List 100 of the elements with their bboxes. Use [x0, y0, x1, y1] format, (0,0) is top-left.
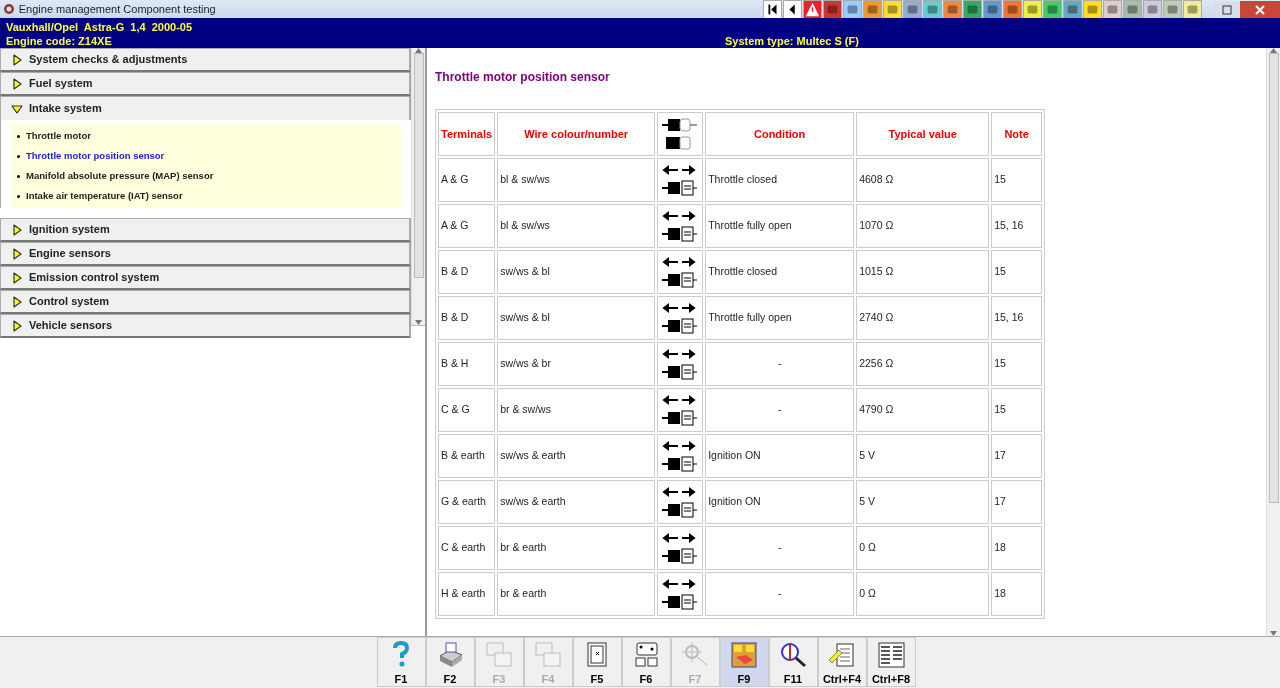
function-key-button[interactable]: Ctrl+F4 — [817, 637, 867, 687]
submenu-item[interactable]: Throttle motor position sensor — [26, 148, 165, 164]
restore-icon — [1222, 4, 1232, 15]
column-header: Terminals — [438, 112, 496, 156]
function-key-button[interactable]: Ctrl+F8 — [866, 637, 916, 687]
table-cell: 15 — [991, 342, 1043, 386]
scrollbar[interactable] — [411, 48, 425, 325]
bullet-icon — [17, 134, 20, 138]
table-cell: sw/ws & bl — [497, 250, 656, 294]
table-cell: Ignition ON — [705, 434, 855, 478]
table-cell: 15, 16 — [991, 296, 1043, 340]
table-cell: Throttle closed — [705, 158, 855, 202]
sidebar-item[interactable]: Emission control system — [0, 266, 411, 290]
arrow-icon — [11, 295, 23, 308]
table-cell: Throttle fully open — [705, 204, 855, 248]
function-key-button[interactable]: F1 — [376, 637, 426, 687]
engine-code-label: Engine code: Z14XE — [6, 34, 112, 49]
pictures-icon — [484, 640, 514, 670]
table-cell: sw/ws & bl — [497, 296, 656, 340]
table-cell: 2256 Ω — [856, 342, 990, 386]
vehicle-label: Vauxhall/Opel Astra-G 1,4 2000-05 — [6, 20, 193, 35]
table-cell: H & earth — [438, 572, 496, 616]
bullet-icon — [17, 174, 20, 178]
app-icon — [2, 3, 15, 15]
function-key-button[interactable]: F6 — [621, 637, 671, 687]
function-key-button[interactable]: F5 — [572, 637, 622, 687]
arrow-icon — [11, 53, 23, 66]
table-cell: 1070 Ω — [856, 204, 990, 248]
table-cell: Ignition ON — [705, 480, 855, 524]
arrow-icon — [11, 102, 23, 115]
zoom-icon — [778, 640, 808, 670]
table-cell: - — [705, 572, 855, 616]
table-cell: Throttle closed — [705, 250, 855, 294]
sidebar-item[interactable]: Fuel system — [0, 72, 411, 96]
table-cell: 5 V — [856, 434, 990, 478]
arrow-icon — [11, 271, 23, 284]
table-cell: 17 — [991, 480, 1043, 524]
table-cell: - — [705, 342, 855, 386]
column-header: Typical value — [856, 112, 990, 156]
sidebar-item[interactable]: Engine sensors — [0, 242, 411, 266]
bullet-icon — [17, 154, 20, 158]
table-cell: Throttle fully open — [705, 296, 855, 340]
table-cell: bl & sw/ws — [497, 204, 656, 248]
table-cell: 1015 Ω — [856, 250, 990, 294]
table-cell: sw/ws & earth — [497, 434, 656, 478]
page-title: Throttle motor position sensor — [435, 69, 611, 86]
table-cell: B & D — [438, 250, 496, 294]
table-cell: 0 Ω — [856, 572, 990, 616]
table-cell: 4790 Ω — [856, 388, 990, 432]
sidebar-item[interactable]: Ignition system — [0, 218, 411, 242]
table-cell: br & earth — [497, 526, 656, 570]
column-header: Wire colour/number — [497, 112, 656, 156]
table-cell: 17 — [991, 434, 1043, 478]
sidebar-item[interactable]: System checks & adjustments — [0, 48, 411, 72]
table-cell: br & earth — [497, 572, 656, 616]
table-cell: 18 — [991, 526, 1043, 570]
sidebar-item[interactable]: Control system — [0, 290, 411, 314]
submenu-item[interactable]: Manifold absolute pressure (MAP) sensor — [26, 168, 214, 184]
table-cell: 15 — [991, 388, 1043, 432]
table-cell: C & earth — [438, 526, 496, 570]
table-cell: 4608 Ω — [856, 158, 990, 202]
list-icon — [876, 640, 906, 670]
function-key-button[interactable]: F9 — [719, 637, 769, 687]
close-icon — [1255, 4, 1265, 15]
table-cell: 15, 16 — [991, 204, 1043, 248]
pictures-icon — [533, 640, 563, 670]
submenu-item[interactable]: Throttle motor — [26, 128, 91, 144]
close-button[interactable] — [1240, 0, 1280, 18]
function-key-button[interactable]: F11 — [768, 637, 818, 687]
column-header: Note — [991, 112, 1043, 156]
submenu-item[interactable]: Intake air temperature (IAT) sensor — [26, 188, 183, 204]
scroll-down-icon[interactable] — [415, 320, 422, 325]
arrow-icon — [11, 319, 23, 332]
table-cell: 15 — [991, 250, 1043, 294]
table-cell: B & D — [438, 296, 496, 340]
function-key-button[interactable]: F2 — [425, 637, 475, 687]
table-cell: br & sw/ws — [497, 388, 656, 432]
bullet-icon — [17, 194, 20, 198]
table-cell: 2740 Ω — [856, 296, 990, 340]
arrow-icon — [11, 77, 23, 90]
sidebar-item[interactable]: Vehicle sensors — [0, 314, 411, 338]
table-cell: 5 V — [856, 480, 990, 524]
restore-button[interactable] — [1214, 0, 1240, 18]
table-cell: C & G — [438, 388, 496, 432]
arrow-icon — [11, 247, 23, 260]
table-cell: A & G — [438, 204, 496, 248]
table-cell: sw/ws & earth — [497, 480, 656, 524]
table-cell: A & G — [438, 158, 496, 202]
table-cell: 18 — [991, 572, 1043, 616]
table-cell: - — [705, 388, 855, 432]
scrollbar[interactable] — [1266, 48, 1280, 636]
table-cell: bl & sw/ws — [497, 158, 656, 202]
sidebar-item[interactable]: Intake system — [0, 96, 411, 120]
notes-icon — [827, 640, 857, 670]
system-type-label: System type: Multec S (F) — [725, 34, 859, 49]
table-cell: 15 — [991, 158, 1043, 202]
arrow-icon — [11, 223, 23, 236]
table-cell: sw/ws & br — [497, 342, 656, 386]
table-cell: B & earth — [438, 434, 496, 478]
table-cell: 0 Ω — [856, 526, 990, 570]
